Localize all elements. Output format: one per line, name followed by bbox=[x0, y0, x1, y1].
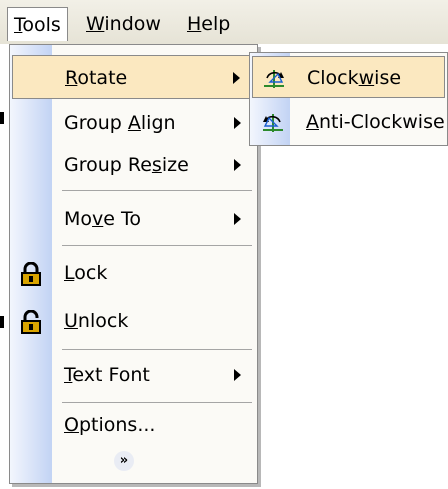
menu-item-move-to[interactable]: Move To bbox=[12, 197, 255, 241]
menu-item-text-font[interactable]: Text Font bbox=[12, 353, 255, 397]
menu-item-label: Group Align bbox=[64, 112, 176, 134]
menu-help[interactable]: Help bbox=[181, 7, 236, 41]
window-edge-mark bbox=[0, 316, 4, 328]
submenu-item-label: Anti-Clockwise bbox=[306, 111, 445, 133]
menu-bar: Tools Window Help bbox=[0, 0, 448, 44]
submenu-item-clockwise[interactable]: Clockwise bbox=[252, 56, 445, 98]
unlock-icon bbox=[21, 310, 41, 334]
menu-help-label: Help bbox=[187, 13, 231, 35]
rotate-clockwise-icon bbox=[264, 70, 284, 88]
window-edge bbox=[0, 44, 9, 489]
tools-dropdown: Rotate Group Align Group Resize Move To … bbox=[9, 44, 258, 484]
menu-item-lock[interactable]: Lock bbox=[12, 251, 255, 295]
menu-item-label: Lock bbox=[64, 262, 108, 284]
menu-separator bbox=[62, 245, 252, 246]
menu-tools-label: Tools bbox=[14, 14, 61, 36]
menu-item-label: Text Font bbox=[64, 364, 150, 386]
menu-item-label: Rotate bbox=[65, 67, 128, 89]
submenu-arrow-icon bbox=[234, 213, 241, 225]
menu-window[interactable]: Window bbox=[80, 7, 167, 41]
menu-item-group-align[interactable]: Group Align bbox=[12, 101, 255, 145]
menu-item-unlock[interactable]: Unlock bbox=[12, 299, 255, 343]
submenu-item-anti-clockwise[interactable]: Anti-Clockwise bbox=[252, 101, 445, 143]
menu-item-label: Options... bbox=[64, 414, 156, 436]
menu-item-rotate[interactable]: Rotate bbox=[12, 55, 255, 99]
submenu-arrow-icon bbox=[233, 72, 240, 84]
menu-separator bbox=[62, 190, 252, 191]
window-edge-mark bbox=[0, 112, 4, 124]
chevron-double-down-icon[interactable]: » bbox=[114, 451, 134, 471]
submenu-arrow-icon bbox=[234, 117, 241, 129]
menu-separator bbox=[62, 349, 252, 350]
menu-item-label: Move To bbox=[64, 208, 142, 230]
menu-item-label: Group Resize bbox=[64, 154, 189, 176]
submenu-arrow-icon bbox=[234, 159, 241, 171]
menu-item-group-resize[interactable]: Group Resize bbox=[12, 143, 255, 187]
submenu-item-label: Clockwise bbox=[307, 67, 402, 89]
rotate-submenu: Clockwise Anti-Clockwise bbox=[249, 52, 448, 146]
lock-icon bbox=[21, 262, 41, 286]
menu-tools[interactable]: Tools bbox=[7, 7, 68, 41]
menu-item-label: Unlock bbox=[64, 310, 129, 332]
menu-item-options[interactable]: Options... bbox=[12, 403, 255, 447]
rotate-anticlockwise-icon bbox=[263, 114, 283, 132]
submenu-arrow-icon bbox=[234, 369, 241, 381]
menu-window-label: Window bbox=[86, 13, 161, 35]
